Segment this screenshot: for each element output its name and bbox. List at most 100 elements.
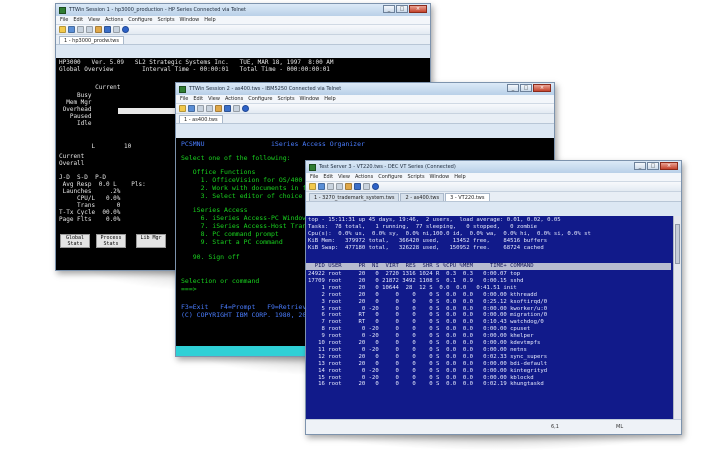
connect-icon[interactable] — [224, 105, 231, 112]
cut-icon[interactable] — [77, 26, 84, 33]
screen-line: 90. Sign off — [181, 253, 240, 261]
menu-scripts[interactable]: Scripts — [407, 174, 424, 180]
process-column-header: PID USER PR NI VIRT RES SHR S %CPU %MEM … — [306, 263, 671, 270]
minimize-button[interactable]: _ — [507, 84, 519, 92]
menu-configure[interactable]: Configure — [248, 96, 272, 102]
screen-line: Current — [59, 84, 121, 91]
maximize-button[interactable]: □ — [647, 162, 659, 170]
menu-actions[interactable]: Actions — [105, 17, 123, 23]
menu-file[interactable]: File — [60, 17, 68, 23]
process-row: 17709 root 20 0 21872 3492 1108 S 0.1 0.… — [308, 277, 524, 284]
menu-file[interactable]: File — [310, 174, 318, 180]
session-tab[interactable]: 1 - hp3000_prodw.tws — [59, 36, 124, 44]
menu-bar: File Edit View Actions Configure Scripts… — [306, 173, 681, 182]
open-folder-icon[interactable] — [309, 183, 316, 190]
process-row: 5 root 0 -20 0 0 0 S 0.0 0.0 0:00.00 kwo… — [308, 305, 548, 312]
screen-line: Idle — [59, 120, 92, 127]
paste-icon[interactable] — [345, 183, 352, 190]
column-header-text: PID USER PR NI VIRT RES SHR S %CPU %MEM … — [308, 263, 534, 269]
screen-line: Office Functions — [181, 168, 256, 176]
screen-line: iSeries Access — [181, 206, 248, 214]
menu-file[interactable]: File — [180, 96, 188, 102]
screen-line: Global Overview Interval Time - 00:00:01… — [59, 66, 330, 73]
menu-edit[interactable]: Edit — [323, 174, 333, 180]
process-row: 11 root 0 -20 0 0 0 S 0.0 0.0 0:00.00 ne… — [308, 346, 527, 353]
menu-bar: File Edit View Actions Configure Scripts… — [176, 95, 554, 104]
menu-view[interactable]: View — [88, 17, 100, 23]
session-tabs: 1 - hp3000_prodw.tws — [56, 35, 430, 45]
menu-scripts[interactable]: Scripts — [277, 96, 294, 102]
menu-configure[interactable]: Configure — [128, 17, 152, 23]
menu-help[interactable]: Help — [204, 17, 215, 23]
paste-icon[interactable] — [215, 105, 222, 112]
screen-line: 7. iSeries Access-Host Transfer — [181, 222, 322, 230]
save-icon[interactable] — [68, 26, 75, 33]
screen-line: Overall — [59, 160, 85, 167]
print-icon[interactable] — [363, 183, 370, 190]
vertical-scrollbar[interactable] — [673, 216, 681, 419]
menu-view[interactable]: View — [338, 174, 350, 180]
window-title: TTWin Session 2 - as400.tws - IBM5250 Co… — [189, 86, 342, 92]
copy-icon[interactable] — [206, 105, 213, 112]
minimize-button[interactable]: _ — [383, 5, 395, 13]
close-button[interactable]: × — [660, 162, 678, 170]
title-bar[interactable]: TTWin Session 2 - as400.tws - IBM5250 Co… — [176, 83, 554, 95]
cut-icon[interactable] — [197, 105, 204, 112]
session-tab-3270[interactable]: 1 - 3270_trademark_system.tws — [309, 193, 400, 201]
minimize-button[interactable]: _ — [634, 162, 646, 170]
vt-terminal-window[interactable]: Test Server 3 - VT220.tws - DEC VT Serie… — [305, 160, 682, 435]
menu-scripts[interactable]: Scripts — [157, 17, 174, 23]
menu-edit[interactable]: Edit — [73, 17, 83, 23]
title-bar[interactable]: Test Server 3 - VT220.tws - DEC VT Serie… — [306, 161, 681, 173]
close-button[interactable]: × — [409, 5, 427, 13]
menu-window[interactable]: Window — [180, 17, 200, 23]
menu-help[interactable]: Help — [324, 96, 335, 102]
top-summary-line: KiB Swap: 477180 total, 326228 used, 150… — [308, 244, 544, 251]
fkey-lib-mgr[interactable]: Lib Mgr — [136, 234, 166, 248]
copy-icon[interactable] — [336, 183, 343, 190]
paste-icon[interactable] — [95, 26, 102, 33]
maximize-button[interactable]: □ — [520, 84, 532, 92]
command-input[interactable]: ===> — [181, 286, 197, 293]
open-folder-icon[interactable] — [179, 105, 186, 112]
help-icon[interactable] — [242, 105, 249, 112]
print-icon[interactable] — [233, 105, 240, 112]
maximize-button[interactable]: □ — [396, 5, 408, 13]
process-row: 9 root 0 -20 0 0 0 S 0.0 0.0 0:00.00 khe… — [308, 333, 534, 340]
save-icon[interactable] — [188, 105, 195, 112]
session-tab-vt220[interactable]: 3 - VT220.tws — [445, 193, 490, 201]
menu-actions[interactable]: Actions — [355, 174, 373, 180]
process-row: 6 root RT 0 0 0 0 S 0.0 0.0 0:00.00 migr… — [308, 312, 548, 319]
cut-icon[interactable] — [327, 183, 334, 190]
save-icon[interactable] — [318, 183, 325, 190]
screen-line: 3. Select editor of choice — [181, 192, 303, 200]
session-tab-as400[interactable]: 2 - as400.tws — [400, 193, 445, 201]
menu-edit[interactable]: Edit — [193, 96, 203, 102]
menu-actions[interactable]: Actions — [225, 96, 243, 102]
app-icon — [59, 6, 66, 14]
title-bar[interactable]: TTWin Session 1 - hp3000_production - HP… — [56, 4, 430, 16]
print-icon[interactable] — [113, 26, 120, 33]
screen-line: Select one of the following: — [181, 154, 291, 162]
screen-line: (C) COPYRIGHT IBM CORP. 1980, 2003. — [181, 311, 318, 319]
copy-icon[interactable] — [86, 26, 93, 33]
fkey-global-stats[interactable]: Global Stats — [60, 234, 90, 248]
menu-help[interactable]: Help — [454, 174, 465, 180]
menu-view[interactable]: View — [208, 96, 220, 102]
terminal-screen[interactable]: PID USER PR NI VIRT RES SHR S %CPU %MEM … — [306, 216, 681, 419]
scrollbar-thumb[interactable] — [675, 224, 680, 264]
menu-window[interactable]: Window — [300, 96, 320, 102]
session-tab[interactable]: 1 - as400.tws — [179, 115, 223, 123]
menu-configure[interactable]: Configure — [378, 174, 402, 180]
process-row: 16 root 20 0 0 0 0 S 0.0 0.0 0:02.19 khu… — [308, 381, 544, 388]
fkey-process-stats[interactable]: Process Stats — [96, 234, 126, 248]
connect-icon[interactable] — [354, 183, 361, 190]
help-icon[interactable] — [122, 26, 129, 33]
cursor-position: 6,1 — [551, 424, 559, 430]
connect-icon[interactable] — [104, 26, 111, 33]
menu-window[interactable]: Window — [430, 174, 450, 180]
close-button[interactable]: × — [533, 84, 551, 92]
help-icon[interactable] — [372, 183, 379, 190]
screen-line: Page Flts 0.0% — [59, 216, 121, 223]
open-folder-icon[interactable] — [59, 26, 66, 33]
